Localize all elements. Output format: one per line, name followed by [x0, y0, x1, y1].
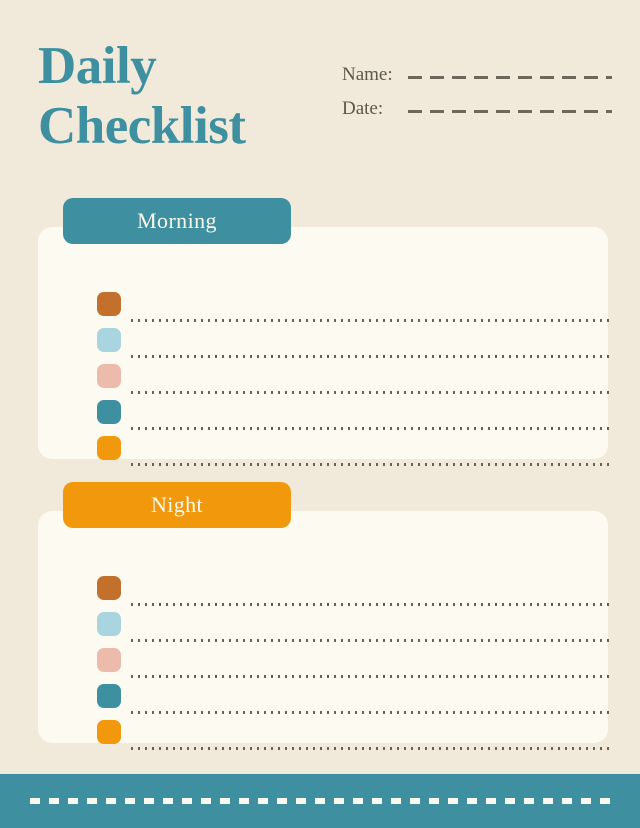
- tab-morning-label: Morning: [137, 208, 217, 233]
- page-title-line-1: Daily: [38, 37, 157, 95]
- page-title-line-2: Checklist: [38, 97, 246, 155]
- name-field-label: Name:: [342, 64, 393, 85]
- list-item: [97, 648, 613, 684]
- item-writeline[interactable]: [131, 675, 613, 678]
- list-item: [97, 400, 613, 436]
- checkbox[interactable]: [97, 648, 121, 672]
- checklist-page: Daily Checklist Name: Date: Morning Nigh…: [0, 0, 640, 828]
- list-item: [97, 436, 613, 472]
- tab-morning[interactable]: Morning: [63, 198, 291, 244]
- meta-fields: Name: Date:: [342, 58, 612, 126]
- date-field-writeline[interactable]: [408, 110, 612, 113]
- item-writeline[interactable]: [131, 427, 613, 430]
- checkbox[interactable]: [97, 364, 121, 388]
- item-writeline[interactable]: [131, 603, 613, 606]
- list-item: [97, 364, 613, 400]
- checkbox[interactable]: [97, 576, 121, 600]
- item-writeline[interactable]: [131, 711, 613, 714]
- checkbox[interactable]: [97, 400, 121, 424]
- tab-night[interactable]: Night: [63, 482, 291, 528]
- date-field-row: Date:: [342, 92, 612, 126]
- item-writeline[interactable]: [131, 639, 613, 642]
- item-writeline[interactable]: [131, 355, 613, 358]
- list-item: [97, 292, 613, 328]
- checkbox[interactable]: [97, 328, 121, 352]
- checkbox[interactable]: [97, 684, 121, 708]
- checkbox[interactable]: [97, 436, 121, 460]
- morning-item-list: [97, 292, 613, 472]
- footer-dash-pattern: [30, 798, 618, 804]
- checkbox[interactable]: [97, 612, 121, 636]
- list-item: [97, 612, 613, 648]
- night-item-list: [97, 576, 613, 756]
- date-field-label: Date:: [342, 98, 384, 119]
- item-writeline[interactable]: [131, 463, 613, 466]
- item-writeline[interactable]: [131, 391, 613, 394]
- morning-card: [38, 227, 613, 466]
- page-title: Daily Checklist: [38, 36, 338, 156]
- page-header: Daily Checklist Name: Date:: [0, 0, 640, 190]
- list-item: [97, 684, 613, 720]
- checkbox[interactable]: [97, 720, 121, 744]
- item-writeline[interactable]: [131, 747, 613, 750]
- tab-night-label: Night: [150, 492, 204, 517]
- item-writeline[interactable]: [131, 319, 613, 322]
- list-item: [97, 720, 613, 756]
- name-field-writeline[interactable]: [408, 76, 612, 79]
- list-item: [97, 328, 613, 364]
- footer-bar: [0, 774, 640, 828]
- checkbox[interactable]: [97, 292, 121, 316]
- list-item: [97, 576, 613, 612]
- name-field-row: Name:: [342, 58, 612, 92]
- night-card: [38, 511, 613, 750]
